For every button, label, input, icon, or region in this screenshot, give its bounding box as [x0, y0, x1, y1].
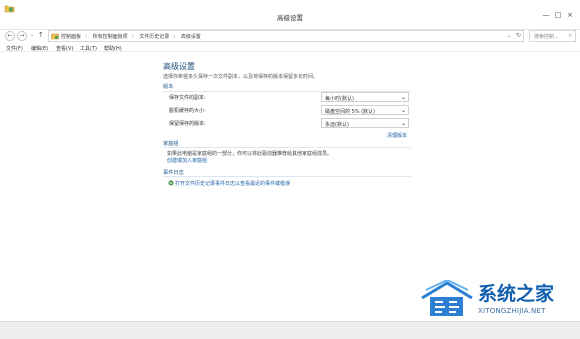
save-copies-select[interactable]: 每小时(默认) ⌄	[321, 92, 409, 102]
versions-section: 版本	[163, 83, 411, 92]
versions-section-title: 版本	[163, 84, 174, 90]
menu-bar: 文件(F) 编辑(E) 查看(V) 工具(T) 帮助(H)	[0, 43, 580, 52]
chevron-down-icon: ⌄	[400, 120, 406, 127]
homegroup-section-title: 家庭组	[163, 141, 179, 147]
breadcrumb-item-all-items[interactable]: 所有控制面板项	[93, 34, 128, 40]
cleanup-versions-link[interactable]: 清理版本	[387, 132, 407, 139]
page-title: 高级设置	[163, 62, 195, 71]
event-log-link[interactable]: 打开文件历史记录事件日志以查看最近的事件或错误	[175, 180, 290, 187]
offline-cache-value: 磁盘空间的 5% (默认)	[325, 109, 376, 115]
breadcrumb[interactable]: 控制面板 › 所有控制面板项 › 文件历史记录 › 高级设置	[61, 33, 201, 40]
up-button[interactable]: ↑	[38, 31, 44, 39]
offline-cache-label: 脱机缓存的大小:	[169, 108, 206, 114]
breadcrumb-separator-icon: ›	[85, 34, 88, 40]
offline-cache-select[interactable]: 磁盘空间的 5% (默认) ⌄	[321, 105, 409, 115]
search-placeholder: 搜索控制...	[534, 34, 559, 40]
save-copies-label: 保存文件的副本:	[169, 95, 206, 101]
homegroup-section: 家庭组	[163, 140, 411, 148]
breadcrumb-item-advanced[interactable]: 高级设置	[181, 34, 201, 40]
maximize-button[interactable]: □	[553, 11, 563, 19]
menu-file[interactable]: 文件(F)	[6, 45, 23, 52]
breadcrumb-item-file-history[interactable]: 文件历史记录	[139, 34, 169, 40]
keep-versions-select[interactable]: 永远(默认) ⌄	[321, 118, 409, 128]
menu-view[interactable]: 查看(V)	[56, 45, 73, 52]
search-icon[interactable]: ⌕	[569, 32, 572, 40]
chevron-down-icon: ⌄	[400, 94, 406, 101]
save-copies-value: 每小时(默认)	[325, 96, 354, 102]
address-row: ← → ⌄ ↑ 控制面板 › 所有控制面板项 › 文件历史记录 › 高级设置 ⌄ ↻ …	[0, 30, 580, 42]
window-titlebar: 高级设置 — □ ×	[0, 0, 580, 30]
chevron-down-icon: ⌄	[400, 107, 406, 114]
keep-versions-value: 永远(默认)	[325, 122, 349, 128]
breadcrumb-separator-icon: ›	[173, 34, 176, 40]
address-bar[interactable]: 控制面板 › 所有控制面板项 › 文件历史记录 › 高级设置 ⌄ ↻	[48, 30, 524, 42]
address-dropdown-icon[interactable]: ⌄	[507, 33, 511, 39]
back-button[interactable]: ←	[5, 31, 15, 41]
recent-locations-icon[interactable]: ⌄	[30, 32, 34, 38]
refresh-icon[interactable]: ↻	[516, 32, 521, 39]
breadcrumb-item-control-panel[interactable]: 控制面板	[61, 34, 81, 40]
breadcrumb-separator-icon: ›	[131, 34, 134, 40]
watermark: 系统之家 XITONGZHIJIA.NET	[418, 274, 580, 332]
control-panel-icon	[51, 33, 59, 40]
keep-versions-label: 保留保存的版本:	[169, 121, 206, 127]
save-copies-row: 保存文件的副本: 每小时(默认) ⌄	[169, 92, 411, 102]
minimize-button[interactable]: —	[541, 11, 551, 19]
watermark-title: 系统之家	[478, 283, 555, 305]
page-description: 选择你希望多久保存一次文件副本，以及将保存的版本保留多长时间。	[163, 74, 319, 80]
menu-tools[interactable]: 工具(T)	[80, 45, 97, 52]
event-log-section: 事件日志	[163, 169, 411, 177]
forward-button[interactable]: →	[17, 31, 27, 41]
window-title: 高级设置	[277, 14, 303, 22]
close-button[interactable]: ×	[565, 11, 575, 19]
watermark-url: XITONGZHIJIA.NET	[478, 307, 546, 315]
search-box[interactable]: 搜索控制... ⌕	[529, 30, 576, 42]
create-homegroup-link[interactable]: 创建或加入家庭组	[167, 157, 207, 164]
offline-cache-row: 脱机缓存的大小: 磁盘空间的 5% (默认) ⌄	[169, 105, 411, 115]
event-log-section-title: 事件日志	[163, 170, 184, 176]
event-log-icon	[168, 180, 174, 186]
keep-versions-row: 保留保存的版本: 永远(默认) ⌄	[169, 118, 411, 128]
house-logo-icon	[421, 280, 473, 316]
menu-edit[interactable]: 编辑(E)	[31, 45, 48, 52]
menu-help[interactable]: 帮助(H)	[104, 45, 122, 52]
homegroup-description: 如果此电脑是家庭组的一部分，你可以将此驱动器推荐给其他家庭组成员。	[167, 151, 333, 157]
